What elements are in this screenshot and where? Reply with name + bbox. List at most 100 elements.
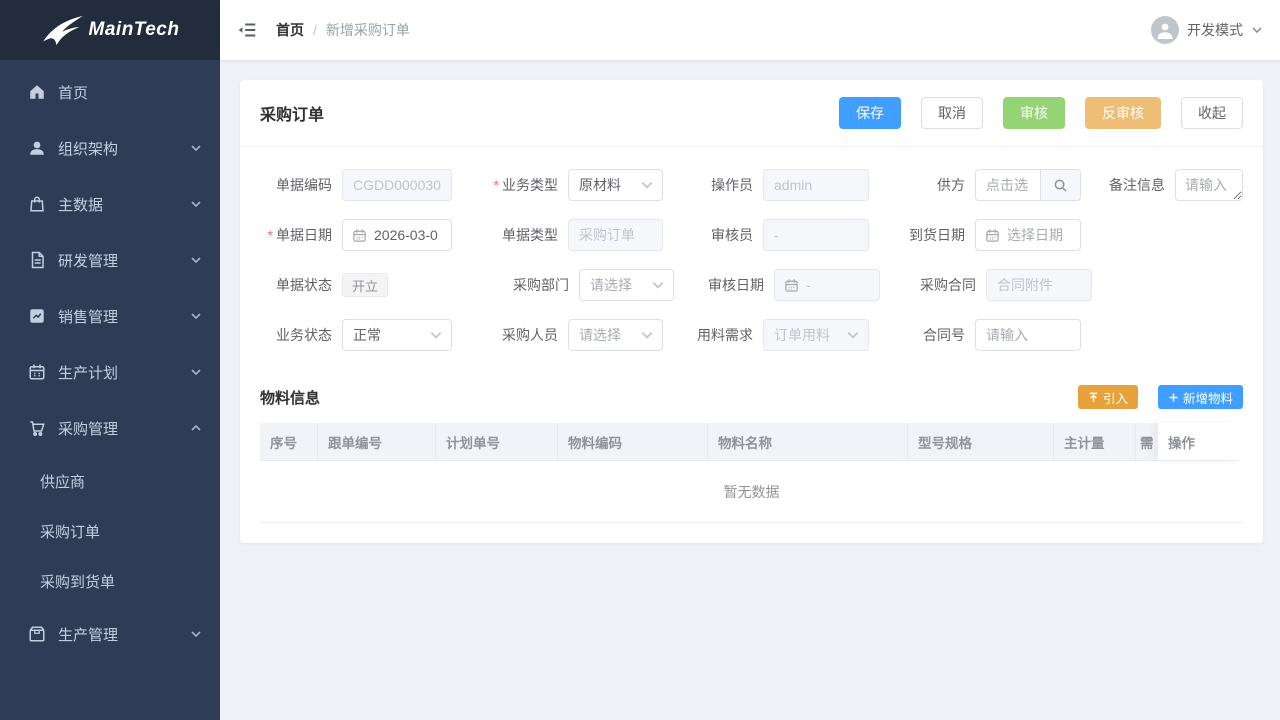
breadcrumb-home[interactable]: 首页 [276, 20, 304, 40]
purchaser-select[interactable] [568, 319, 663, 351]
sidebar-item-label: 生产计划 [58, 362, 190, 383]
supplier-input[interactable] [976, 170, 1040, 200]
material-demand-input[interactable] [764, 320, 846, 350]
audit-date-input[interactable] [799, 270, 879, 300]
supplier-field: 供方 [887, 169, 1081, 201]
biz-status-select[interactable] [342, 319, 452, 351]
audit-button[interactable]: 审核 [1003, 97, 1065, 129]
doc-type-input-wrap [568, 219, 663, 251]
calendar-icon [985, 228, 1000, 243]
purchase-dept-label: 采购部门 [481, 275, 579, 295]
save-button[interactable]: 保存 [839, 97, 901, 129]
sidebar-subitem-label: 采购订单 [40, 521, 100, 542]
logo-swoosh-icon [41, 13, 87, 47]
arrival-date-picker[interactable] [975, 219, 1081, 251]
contract-no-label: 合同号 [887, 325, 975, 345]
chevron-down-icon [651, 278, 665, 292]
user-icon [28, 139, 46, 157]
audit-date-picker [774, 269, 880, 301]
cancel-button[interactable]: 取消 [921, 97, 983, 129]
user-menu[interactable]: 开发模式 [1151, 16, 1263, 44]
sidebar-item-production-mgmt[interactable]: 生产管理 [0, 606, 220, 662]
column-header-index: 序号 [260, 423, 318, 461]
doc-date-label: *单据日期 [260, 225, 342, 245]
sidebar-item-label: 销售管理 [58, 306, 190, 327]
topbar: 首页 / 新增采购订单 开发模式 [220, 0, 1280, 60]
purchase-dept-select[interactable] [579, 269, 674, 301]
sidebar-item-label: 主数据 [58, 194, 190, 215]
doc-code-input-wrap [342, 169, 452, 201]
biz-status-label: 业务状态 [260, 325, 342, 345]
chevron-down-icon [190, 142, 202, 154]
document-icon [28, 251, 46, 269]
chevron-down-icon [190, 254, 202, 266]
required-mark: * [494, 177, 499, 193]
menu-fold-icon[interactable] [236, 19, 258, 41]
purchase-contract-input[interactable] [987, 270, 1091, 300]
sidebar-item-production-plan[interactable]: 生产计划 [0, 344, 220, 400]
purchaser-label: 采购人员 [470, 325, 568, 345]
purchase-contract-input-wrap [986, 269, 1092, 301]
user-silhouette-icon [1155, 20, 1175, 40]
doc-type-input[interactable] [569, 220, 662, 250]
doc-date-input[interactable] [367, 220, 451, 250]
chart-icon [28, 307, 46, 325]
page-title: 采购订单 [260, 101, 324, 125]
table-header-row: 序号 跟单编号 计划单号 物料编码 物料名称 型号规格 主计量 需 操作 [260, 423, 1243, 461]
purchase-dept-field: 采购部门 [481, 269, 674, 301]
collapse-button[interactable]: 收起 [1181, 97, 1243, 129]
operator-input[interactable] [764, 170, 868, 200]
unaudit-button[interactable]: 反审核 [1085, 97, 1161, 129]
chevron-down-icon [190, 198, 202, 210]
auditor-input[interactable] [764, 220, 868, 250]
avatar [1151, 16, 1179, 44]
biz-status-input[interactable] [343, 320, 429, 350]
app-logo[interactable]: MainTech [0, 0, 220, 60]
purchaser-input[interactable] [569, 320, 640, 350]
doc-date-field: *单据日期 [260, 219, 452, 251]
biz-type-select[interactable] [568, 169, 663, 201]
auditor-field: 审核员 [681, 219, 869, 251]
sidebar-subitem-purchase-receipts[interactable]: 采购到货单 [0, 556, 220, 606]
sidebar-item-org[interactable]: 组织架构 [0, 120, 220, 176]
doc-date-picker[interactable] [342, 219, 452, 251]
auditor-label: 审核员 [681, 225, 763, 245]
remark-textarea[interactable] [1175, 169, 1243, 201]
doc-status-tag: 开立 [342, 273, 388, 297]
sidebar-item-label: 生产管理 [58, 624, 190, 645]
import-button[interactable]: 引入 [1078, 385, 1138, 409]
column-header-material-name: 物料名称 [708, 423, 908, 461]
audit-date-field: 审核日期 [692, 269, 880, 301]
arrival-date-field: 到货日期 [887, 219, 1081, 251]
supplier-label: 供方 [887, 175, 975, 195]
purchase-contract-label: 采购合同 [898, 275, 986, 295]
contract-no-input-wrap [975, 319, 1081, 351]
sidebar-item-sales[interactable]: 销售管理 [0, 288, 220, 344]
supplier-search-button[interactable] [1040, 170, 1080, 200]
sidebar-subitem-suppliers[interactable]: 供应商 [0, 456, 220, 506]
user-mode-label: 开发模式 [1187, 20, 1243, 40]
purchase-dept-input[interactable] [580, 270, 651, 300]
sidebar-item-home[interactable]: 首页 [0, 64, 220, 120]
chevron-down-icon [190, 628, 202, 640]
sidebar-subitem-purchase-orders[interactable]: 采购订单 [0, 506, 220, 556]
upload-icon [1088, 392, 1099, 403]
sidebar-item-rd[interactable]: 研发管理 [0, 232, 220, 288]
arrival-date-input[interactable] [1000, 220, 1080, 250]
box-icon [28, 625, 46, 643]
sidebar-item-master-data[interactable]: 主数据 [0, 176, 220, 232]
chevron-up-icon [190, 422, 202, 434]
doc-type-label: 单据类型 [470, 225, 568, 245]
material-demand-label: 用料需求 [681, 325, 763, 345]
breadcrumb: 首页 / 新增采购订单 [276, 20, 410, 40]
add-material-button[interactable]: 新增物料 [1158, 385, 1243, 409]
supplier-input-group [975, 169, 1081, 201]
material-demand-select [763, 319, 869, 351]
doc-code-input[interactable] [343, 170, 451, 200]
column-header-unit: 主计量 [1054, 423, 1136, 461]
biz-type-input[interactable] [569, 170, 640, 200]
contract-no-field: 合同号 [887, 319, 1081, 351]
sidebar-item-purchase[interactable]: 采购管理 [0, 400, 220, 456]
chevron-down-icon [190, 310, 202, 322]
contract-no-input[interactable] [976, 320, 1080, 350]
